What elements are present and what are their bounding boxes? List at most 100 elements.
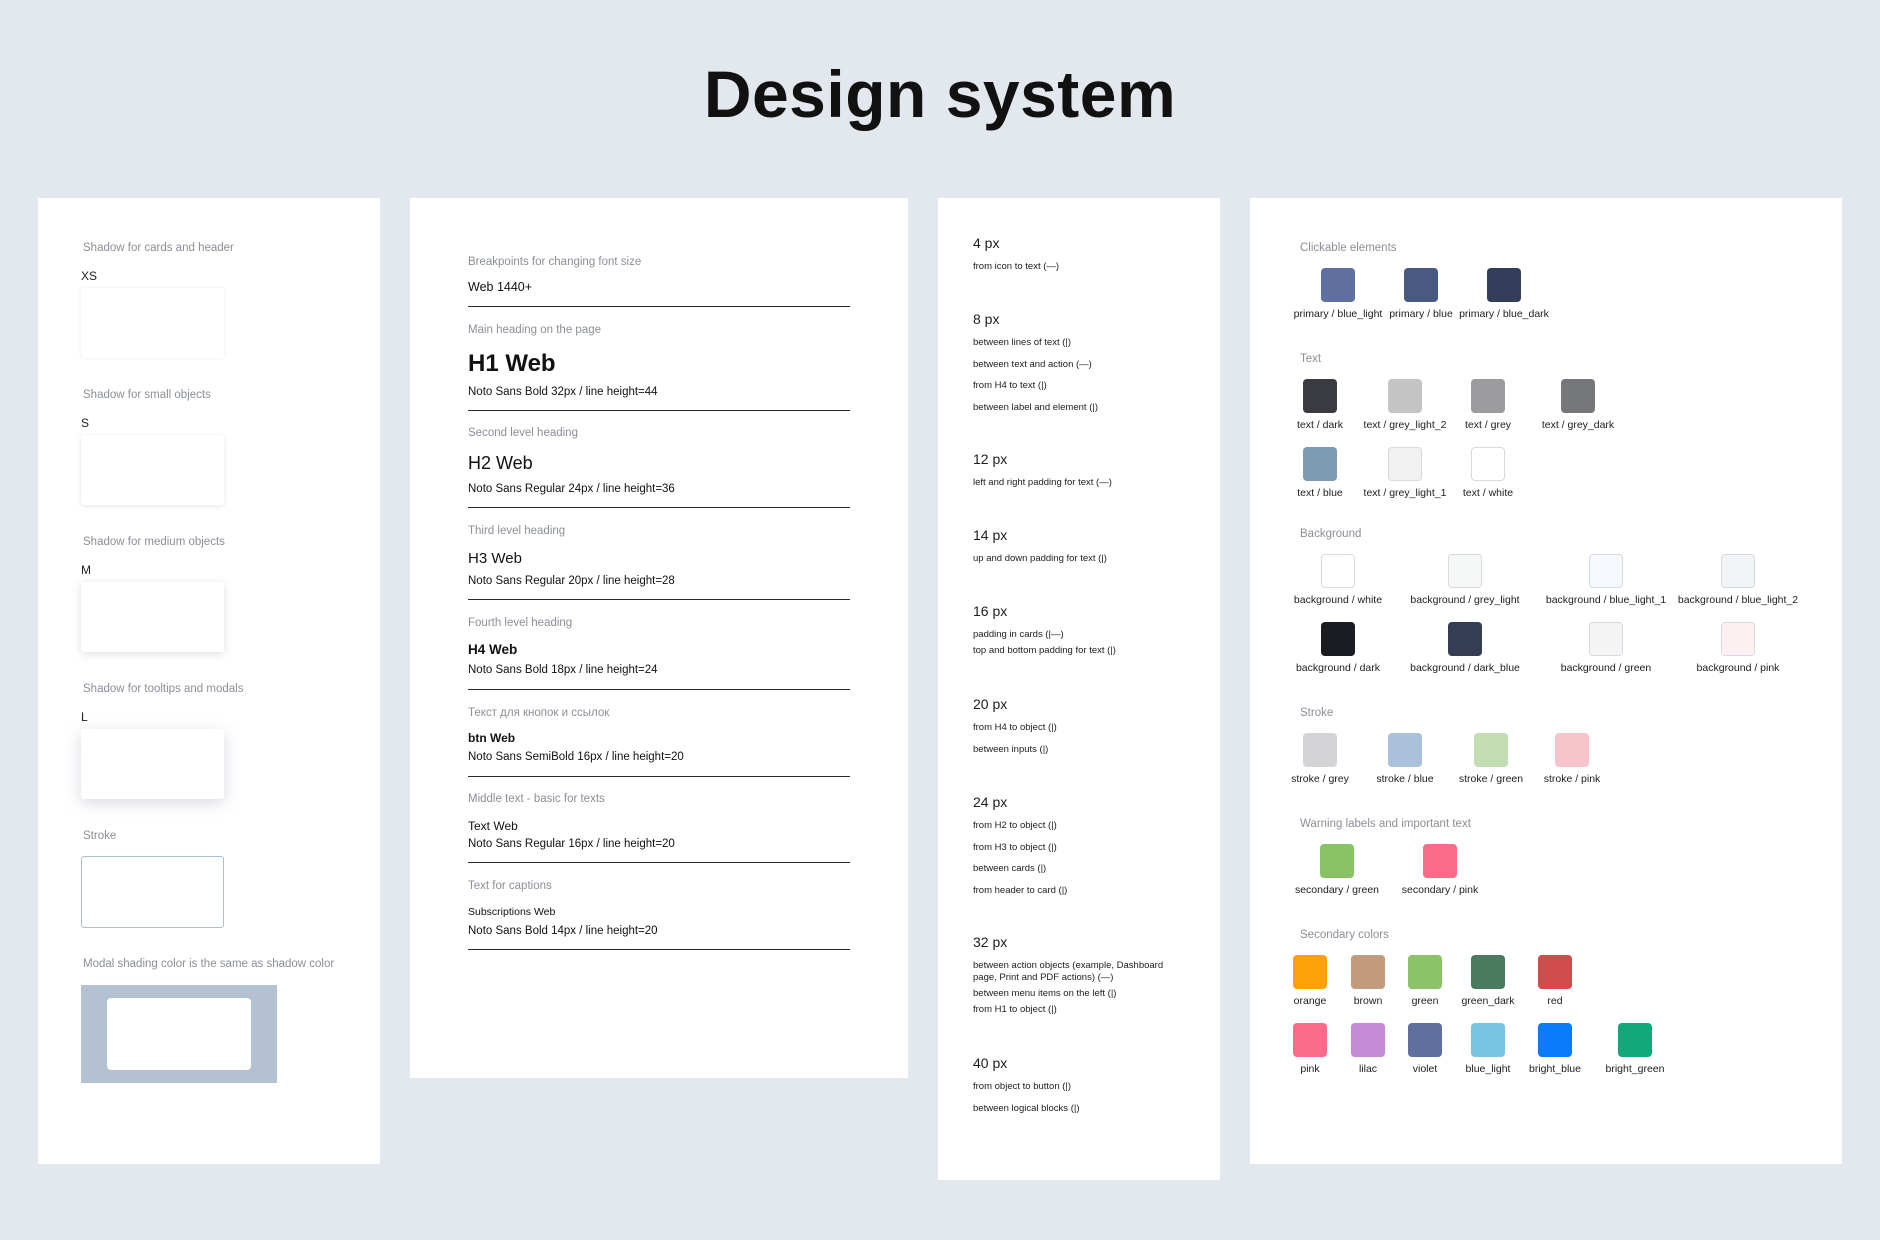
secondary-section-label: Secondary colors	[1300, 929, 1389, 941]
spacing-12px: 12 px left and right padding for text (—…	[973, 451, 1213, 499]
breakpoint-section: Breakpoints for changing font size Web 1…	[468, 256, 850, 307]
shadow-s-label: Shadow for small objects	[83, 389, 211, 401]
color-name: background / blue_light_1	[1545, 594, 1667, 606]
h3-section: Third level heading H3 Web Noto Sans Reg…	[468, 525, 850, 600]
color-chip	[1589, 554, 1623, 588]
color-chip	[1404, 268, 1438, 302]
color-chip	[1589, 622, 1623, 656]
color-chip	[1388, 447, 1422, 481]
spacing-24px: 24 px from H2 to object (|) from H3 to o…	[973, 794, 1213, 906]
color-chip	[1448, 554, 1482, 588]
shadow-s-size: S	[81, 416, 90, 430]
shadow-xs-label: Shadow for cards and header	[83, 242, 234, 254]
spacing-8px: 8 px between lines of text (|) between t…	[973, 311, 1213, 423]
stroke-sample	[81, 856, 224, 928]
colors-card: Clickable elements Text Background Strok…	[1250, 198, 1842, 1164]
color-chip	[1423, 844, 1457, 878]
spacing-card: 4 px from icon to text (—) 8 px between …	[938, 198, 1220, 1180]
h2-section: Second level heading H2 Web Noto Sans Re…	[468, 427, 850, 508]
spacing-value: 12 px	[973, 451, 1008, 467]
color-chip	[1538, 955, 1572, 989]
color-chip	[1474, 733, 1508, 767]
text-sample: Text Web	[468, 819, 518, 833]
spacing-rule: between cards (|)	[973, 863, 1047, 874]
spacing-rule: between action objects (example, Dashboa…	[973, 960, 1164, 983]
spacing-value: 20 px	[973, 696, 1008, 712]
clickable-section-label: Clickable elements	[1300, 242, 1397, 254]
spacing-rule: between logical blocks (|)	[973, 1102, 1080, 1114]
color-chip	[1321, 554, 1355, 588]
stroke-section-label: Stroke	[1300, 707, 1334, 719]
shadow-xs-sample	[81, 288, 224, 358]
btn-section: Текст для кнопок и ссылок btn Web Noto S…	[468, 707, 850, 777]
h3-label: Third level heading	[468, 525, 566, 537]
spacing-rule: between text and action (—)	[973, 358, 1092, 370]
btn-label: Текст для кнопок и ссылок	[468, 707, 610, 719]
h2-sample: H2 Web	[468, 453, 533, 473]
caption-section: Text for captions Subscriptions Web Noto…	[468, 880, 850, 950]
color-swatch-text-white: text / white	[1427, 447, 1549, 499]
color-chip	[1448, 622, 1482, 656]
color-chip	[1561, 379, 1595, 413]
modal-shading-label: Modal shading color is the same as shado…	[83, 958, 335, 970]
btn-sample: btn Web	[468, 731, 516, 745]
typography-card: Breakpoints for changing font size Web 1…	[410, 198, 908, 1078]
spacing-value: 24 px	[973, 794, 1008, 810]
color-chip	[1388, 379, 1422, 413]
color-chip	[1721, 622, 1755, 656]
caption-label: Text for captions	[468, 880, 552, 892]
color-chip	[1320, 844, 1354, 878]
color-swatch-background-white: background / white	[1277, 554, 1399, 606]
color-chip	[1321, 268, 1355, 302]
color-chip	[1721, 554, 1755, 588]
h4-spec: Noto Sans Bold 18px / line height=24	[468, 664, 658, 676]
color-name: text / white	[1462, 487, 1514, 499]
h1-sample: H1 Web	[468, 350, 556, 377]
spacing-rule: top and bottom padding for text (|)	[973, 645, 1116, 656]
page-title: Design system	[703, 57, 1177, 131]
color-chip	[1471, 447, 1505, 481]
shadow-l-size: L	[81, 710, 88, 724]
breakpoint-label: Breakpoints for changing font size	[468, 256, 642, 268]
spacing-14px: 14 px up and down padding for text (|)	[973, 527, 1213, 575]
color-chip	[1555, 733, 1589, 767]
color-swatch-background-green: background / green	[1545, 622, 1667, 674]
spacing-4px: 4 px from icon to text (—)	[973, 235, 1213, 283]
modal-shading-sample	[81, 985, 277, 1083]
color-swatch-primary-blue-dark: primary / blue_dark	[1443, 268, 1565, 320]
spacing-rule: from H1 to object (|)	[973, 1004, 1057, 1015]
color-name: background / green	[1560, 662, 1652, 674]
color-name: background / pink	[1696, 662, 1780, 674]
color-chip	[1388, 733, 1422, 767]
color-swatch-background-grey-light: background / grey_light	[1404, 554, 1526, 606]
color-name: background / blue_light_2	[1677, 594, 1799, 606]
color-name: background / white	[1293, 594, 1383, 606]
h2-spec: Noto Sans Regular 24px / line height=36	[468, 483, 675, 495]
spacing-rule: from icon to text (—)	[973, 261, 1060, 272]
h1-section: Main heading on the page H1 Web Noto San…	[468, 324, 850, 411]
spacing-40px: 40 px from object to button (|) between …	[973, 1055, 1213, 1124]
spacing-20px: 20 px from H4 to object (|) between inpu…	[973, 696, 1213, 765]
color-swatch-secondary-pink: secondary / pink	[1379, 844, 1501, 896]
warning-section-label: Warning labels and important text	[1300, 818, 1471, 830]
color-name: background / dark_blue	[1410, 662, 1520, 674]
caption-sample: Subscriptions Web	[468, 906, 556, 918]
spacing-value: 14 px	[973, 527, 1008, 543]
spacing-value: 8 px	[973, 311, 1000, 327]
h4-sample: H4 Web	[468, 642, 518, 657]
h1-spec: Noto Sans Bold 32px / line height=44	[468, 386, 658, 398]
color-chip	[1303, 447, 1337, 481]
shadow-l-sample	[81, 729, 224, 799]
spacing-rule: between inputs (|)	[973, 743, 1049, 755]
color-chip	[1618, 1023, 1652, 1057]
shadow-xs-size: XS	[81, 269, 98, 283]
shadow-s-sample	[81, 435, 224, 505]
color-chip	[1471, 379, 1505, 413]
spacing-value: 4 px	[973, 235, 1000, 251]
background-section-label: Background	[1300, 528, 1362, 540]
spacing-rule: between lines of text (|)	[973, 337, 1072, 348]
modal-window-sample	[107, 998, 251, 1070]
color-swatch-bright-green: bright_green	[1574, 1023, 1696, 1075]
color-swatch-background-dark: background / dark	[1277, 622, 1399, 674]
color-chip	[1538, 1023, 1572, 1057]
